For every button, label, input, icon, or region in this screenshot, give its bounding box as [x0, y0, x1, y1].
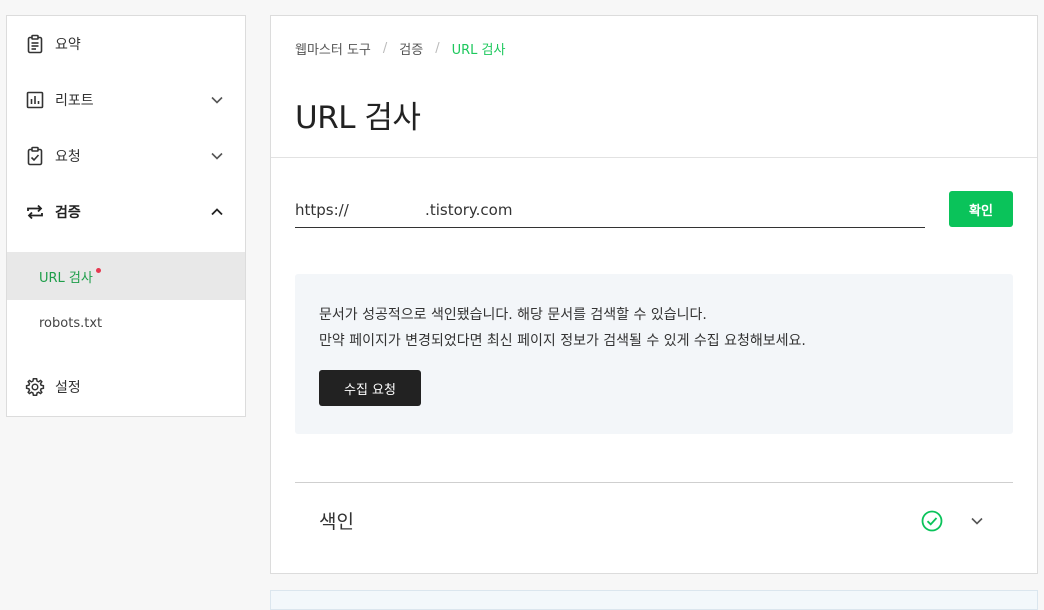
sidebar-subitem-label: robots.txt: [39, 315, 103, 331]
sidebar-item-report[interactable]: 리포트: [7, 72, 245, 128]
chevron-down-icon: [209, 148, 225, 164]
breadcrumb-item-webmaster-tools[interactable]: 웹마스터 도구: [295, 39, 371, 58]
sidebar-item-label: 요약: [55, 37, 81, 53]
url-input[interactable]: [295, 192, 925, 228]
confirm-button[interactable]: 확인: [949, 191, 1013, 227]
breadcrumb-separator: /: [435, 41, 440, 56]
sidebar-subitem-url-inspection[interactable]: URL 검사: [7, 252, 245, 300]
bar-chart-icon: [25, 90, 45, 110]
sidebar-item-label: 요청: [55, 149, 81, 165]
check-clipboard-icon: [25, 146, 45, 166]
sidebar-item-label: 리포트: [55, 93, 94, 109]
next-panel-edge: [270, 590, 1038, 610]
main-panel: 웹마스터 도구 / 검증 / URL 검사 URL 검사 확인 문서가 성공적으…: [270, 15, 1038, 574]
chevron-down-icon: [209, 92, 225, 108]
clipboard-icon: [25, 34, 45, 54]
chevron-down-icon[interactable]: [969, 513, 985, 529]
breadcrumb: 웹마스터 도구 / 검증 / URL 검사: [295, 39, 505, 58]
notice-text-line1: 문서가 성공적으로 색인됐습니다. 해당 문서를 검색할 수 있습니다.: [319, 307, 707, 323]
sidebar-item-label: 설정: [55, 380, 81, 396]
collect-request-button[interactable]: 수집 요청: [319, 370, 421, 406]
breadcrumb-item-current: URL 검사: [451, 43, 506, 58]
sidebar-item-settings[interactable]: 설정: [7, 359, 245, 415]
breadcrumb-item-verify[interactable]: 검증: [399, 39, 423, 58]
new-badge: [95, 267, 101, 273]
breadcrumb-separator: /: [382, 41, 388, 56]
check-circle-icon: [921, 510, 943, 532]
sidebar: 요약 리포트 요청 검증 URL 검사 robots.txt 설정: [6, 15, 246, 417]
header-divider: [271, 157, 1037, 158]
sidebar-item-summary[interactable]: 요약: [7, 16, 245, 72]
gear-icon: [25, 377, 45, 397]
index-section-header[interactable]: 색인: [295, 483, 1013, 557]
sidebar-subitem-label: URL 검사: [39, 270, 93, 286]
sidebar-item-label: 검증: [55, 205, 81, 221]
swap-arrows-icon: [25, 202, 45, 222]
page-title: URL 검사: [295, 100, 421, 136]
sidebar-item-request[interactable]: 요청: [7, 128, 245, 184]
sidebar-item-verify[interactable]: 검증: [7, 184, 245, 240]
sidebar-subitem-robots[interactable]: robots.txt: [7, 299, 245, 347]
index-section-label: 색인: [319, 511, 354, 533]
chevron-up-icon: [209, 204, 225, 220]
index-status-notice: 문서가 성공적으로 색인됐습니다. 해당 문서를 검색할 수 있습니다. 만약 …: [295, 274, 1013, 434]
notice-text-line2: 만약 페이지가 변경되었다면 최신 페이지 정보가 검색될 수 있게 수집 요청…: [319, 333, 806, 349]
